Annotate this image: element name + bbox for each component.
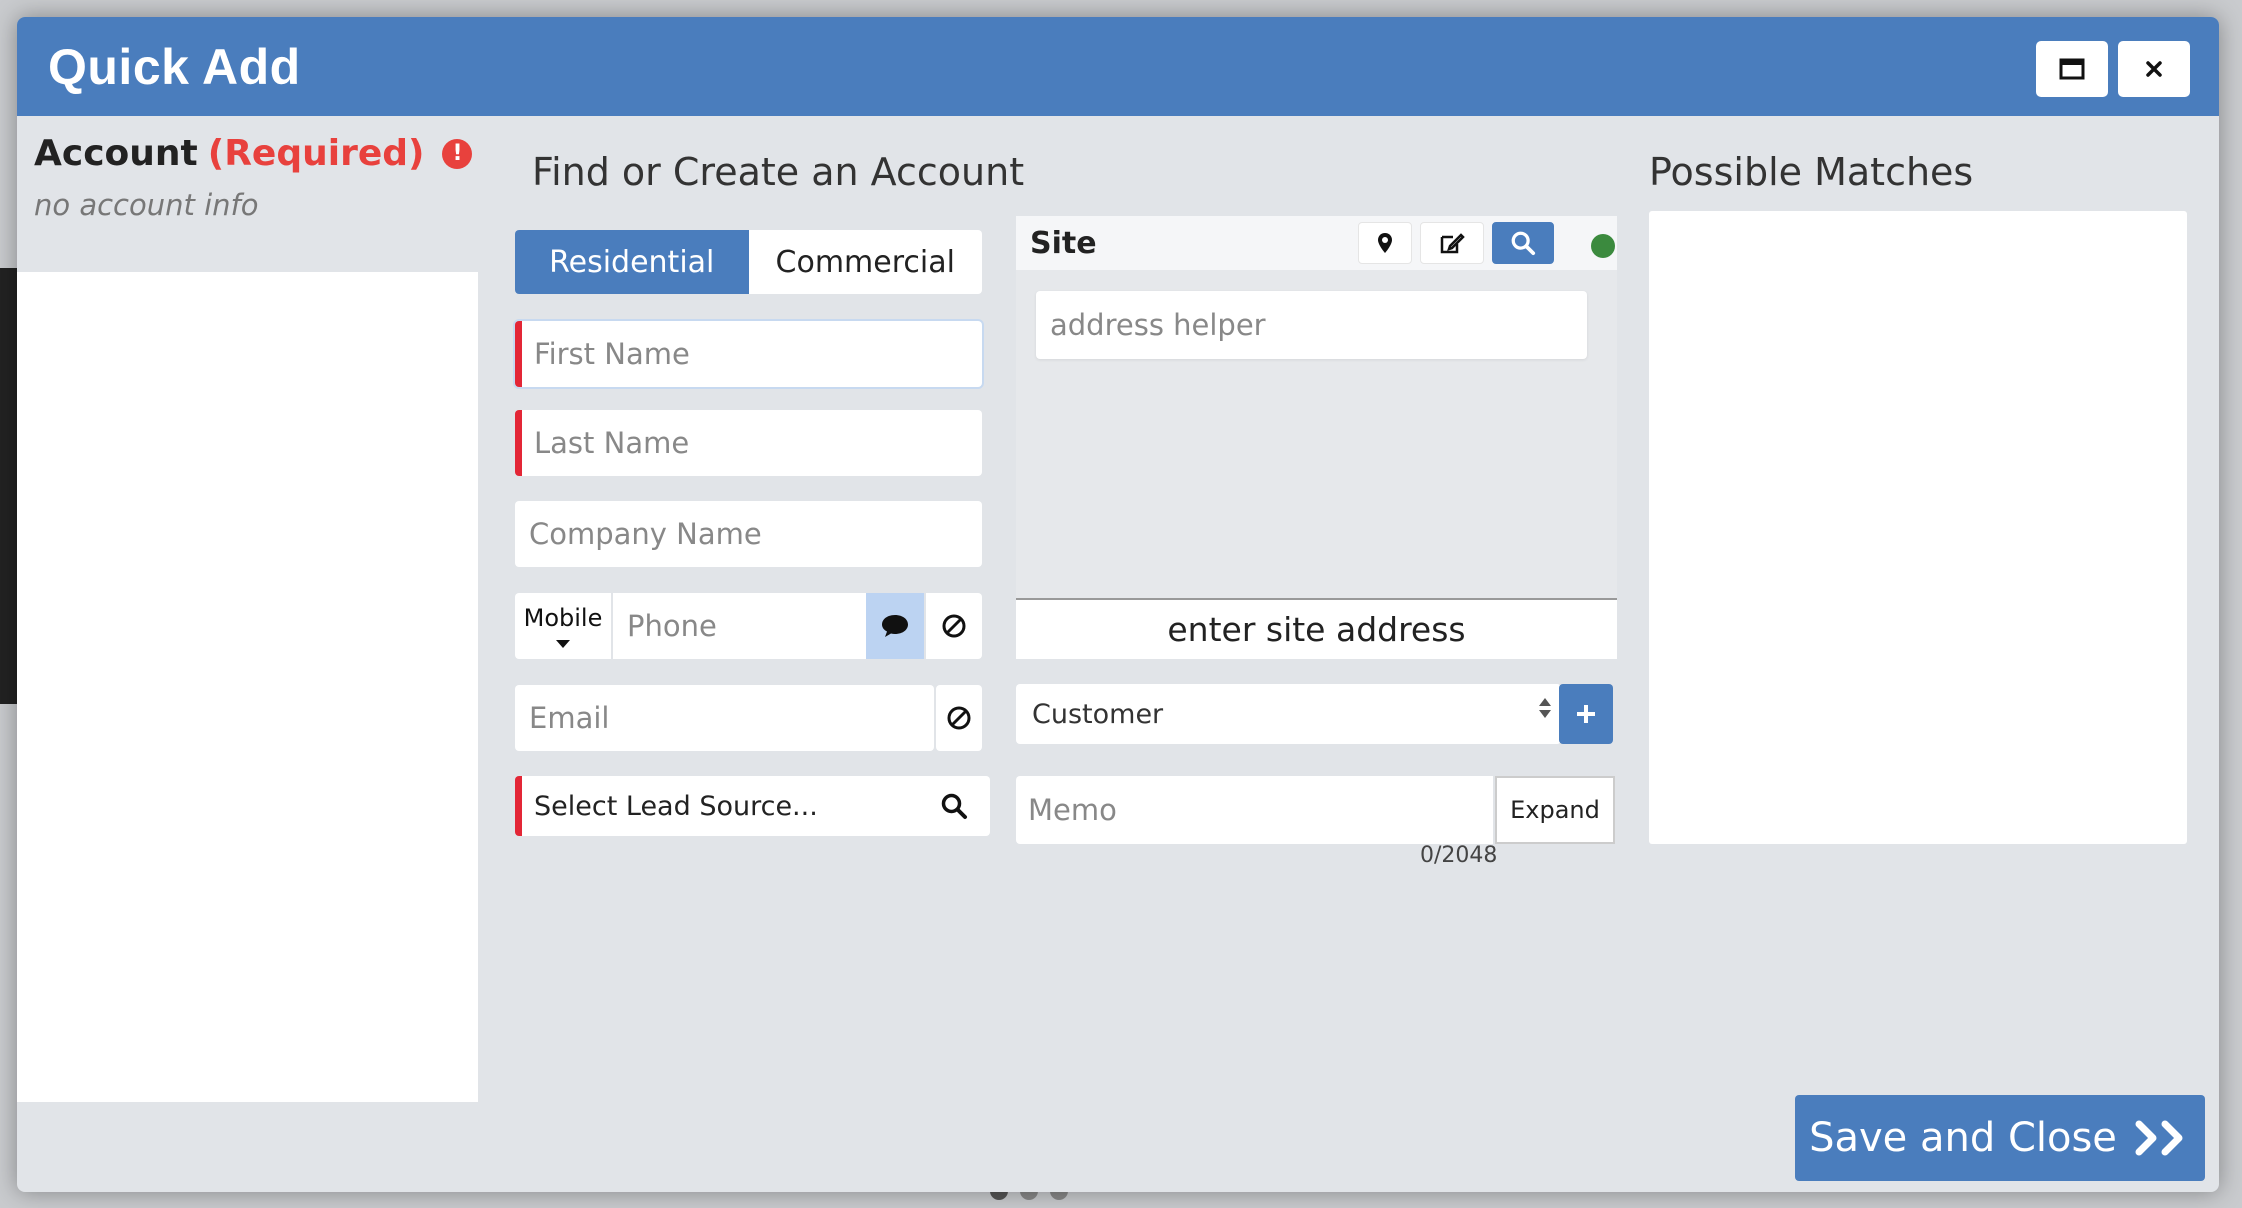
account-details-panel — [17, 272, 478, 1102]
save-and-close-label: Save and Close — [1809, 1115, 2117, 1161]
sms-toggle-button[interactable] — [866, 593, 924, 659]
account-type-select[interactable]: Customer — [1016, 684, 1561, 744]
memo-field[interactable]: Memo — [1016, 776, 1493, 844]
possible-matches-title: Possible Matches — [1649, 150, 1974, 194]
search-icon — [1511, 231, 1536, 256]
maximize-button[interactable] — [2036, 41, 2108, 97]
site-search-button[interactable] — [1492, 222, 1554, 264]
first-name-field[interactable]: First Name — [515, 321, 982, 387]
phone-group: Mobile Phone — [515, 593, 982, 659]
account-type-value: Customer — [1032, 698, 1164, 730]
memo-char-count: 0/2048 — [1420, 843, 1498, 868]
find-create-title: Find or Create an Account — [532, 150, 1025, 194]
lead-source-select[interactable]: Select Lead Source... — [515, 776, 990, 836]
account-required-label: (Required) — [207, 133, 425, 174]
maximize-icon — [2059, 58, 2085, 80]
toggle-residential[interactable]: Residential — [515, 230, 749, 294]
ban-icon — [942, 614, 966, 638]
map-pin-button[interactable] — [1358, 222, 1412, 264]
email-placeholder: Email — [529, 701, 610, 735]
account-title: Account (Required) ! — [34, 133, 473, 174]
close-button[interactable] — [2118, 41, 2190, 97]
close-icon — [2146, 61, 2162, 77]
quick-add-modal: Quick Add Account (Required) ! no accoun… — [17, 17, 2219, 1192]
memo-placeholder: Memo — [1028, 793, 1117, 827]
expand-memo-button[interactable]: Expand — [1495, 776, 1615, 844]
modal-header: Quick Add — [17, 17, 2219, 116]
phone-do-not-call-button[interactable] — [924, 593, 982, 659]
last-name-field[interactable]: Last Name — [515, 410, 982, 476]
alert-icon: ! — [442, 138, 473, 169]
lead-source-placeholder: Select Lead Source... — [534, 790, 818, 822]
company-name-placeholder: Company Name — [529, 517, 762, 551]
add-account-type-button[interactable] — [1559, 684, 1613, 744]
phone-type-label: Mobile — [523, 604, 603, 632]
toggle-commercial[interactable]: Commercial — [749, 230, 983, 294]
speech-bubble-icon — [882, 615, 908, 637]
site-panel: Site address helper enter site address — [1016, 216, 1617, 659]
address-helper-field[interactable]: address helper — [1036, 291, 1587, 359]
account-info: no account info — [34, 188, 259, 222]
edit-icon — [1440, 233, 1465, 254]
double-chevron-right-icon — [2135, 1120, 2183, 1156]
site-status-dot — [1591, 234, 1615, 258]
site-address-display[interactable]: enter site address — [1016, 598, 1617, 659]
background-panel — [0, 268, 18, 704]
caret-down-icon — [556, 640, 570, 648]
first-name-placeholder: First Name — [534, 337, 690, 371]
account-type-toggle: Residential Commercial — [515, 230, 982, 294]
phone-type-dropdown[interactable]: Mobile — [515, 593, 613, 659]
select-arrows-icon — [1539, 698, 1551, 718]
modal-title: Quick Add — [48, 38, 301, 95]
email-field[interactable]: Email — [515, 685, 934, 751]
ban-icon — [947, 706, 971, 730]
map-marker-icon — [1378, 233, 1392, 253]
edit-site-button[interactable] — [1420, 222, 1484, 264]
address-helper-placeholder: address helper — [1050, 308, 1266, 342]
last-name-placeholder: Last Name — [534, 426, 690, 460]
company-name-field[interactable]: Company Name — [515, 501, 982, 567]
account-label: Account — [34, 133, 198, 174]
plus-icon — [1577, 705, 1595, 723]
save-and-close-button[interactable]: Save and Close — [1795, 1095, 2205, 1181]
account-header: Account (Required) ! no account info — [34, 133, 473, 222]
phone-placeholder: Phone — [627, 609, 717, 643]
phone-field[interactable]: Phone — [613, 593, 866, 659]
site-address-text: enter site address — [1167, 610, 1466, 649]
site-header: Site — [1016, 216, 1617, 270]
possible-matches-list — [1649, 211, 2187, 844]
site-title: Site — [1030, 225, 1097, 261]
search-icon — [941, 793, 967, 819]
email-do-not-contact-button[interactable] — [936, 685, 982, 751]
